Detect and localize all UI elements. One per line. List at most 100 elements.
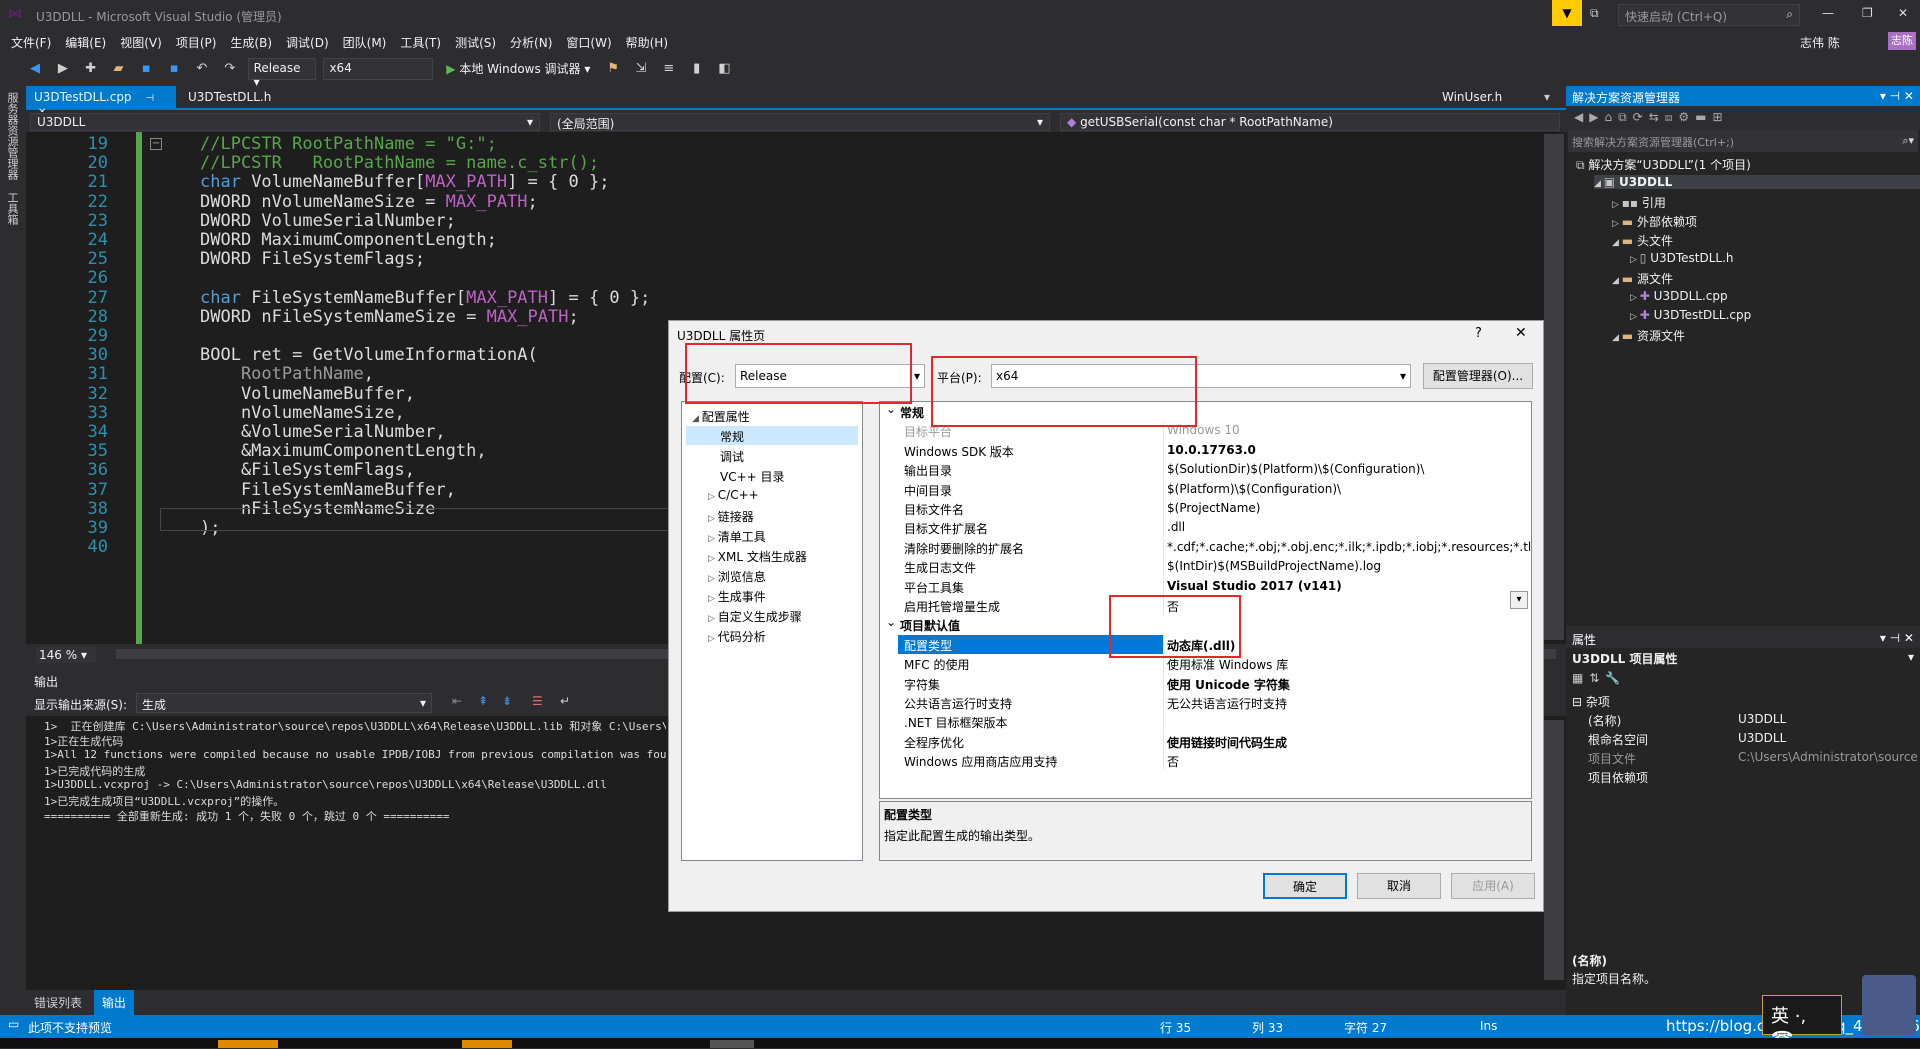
config-tree-item[interactable]: VC++ 目录 (686, 466, 858, 485)
open-file-icon[interactable]: ▰ (107, 58, 129, 80)
toolbox-tab[interactable]: 工具箱 (0, 186, 24, 231)
output-scrollbar[interactable] (1544, 720, 1564, 980)
solution-tree-item[interactable]: ▷ ▯ U3DTestDLL.h (1630, 251, 1734, 265)
config-tree-item[interactable]: ▷ 链接器 (686, 506, 858, 525)
config-type-dropdown-button[interactable]: ▾ (1510, 591, 1528, 609)
expand-arrow-icon[interactable]: ▷ (1630, 293, 1640, 303)
property-grid-row[interactable]: 目标文件名 $(ProjectName) (880, 499, 1531, 518)
solution-platform-select[interactable]: x64 (323, 58, 434, 80)
output-text[interactable]: 1> 正在创建库 C:\Users\Administrator\source\r… (26, 718, 666, 978)
code-line[interactable]: nVolumeNameSize, (200, 403, 405, 423)
quick-launch-input[interactable]: 快速启动 (Ctrl+Q) ⌕ (1618, 4, 1800, 26)
config-tree-item[interactable]: 常规 (686, 426, 858, 445)
configuration-manager-button[interactable]: 配置管理器(O)... (1423, 363, 1533, 389)
expand-arrow-icon[interactable]: ▷ (708, 614, 718, 624)
solution-configuration-select[interactable]: Release ▾ (247, 58, 316, 89)
config-tree-item[interactable]: ▷ 生成事件 (686, 586, 858, 605)
config-tree-item[interactable]: ▷ C/C++ (686, 486, 858, 505)
solution-tree-item[interactable]: ▷ ✚ U3DTestDLL.cpp (1630, 308, 1751, 322)
global-scope-select[interactable]: (全局范围) ▾ (550, 113, 1050, 131)
cancel-button[interactable]: 取消 (1357, 873, 1441, 899)
code-line[interactable]: char FileSystemNameBuffer[MAX_PATH] = { … (200, 288, 650, 308)
panel-controls[interactable]: ▾ ⊣ ✕ (1880, 89, 1914, 103)
tab-u3dtestdll-h[interactable]: U3DTestDLL.h (180, 86, 279, 108)
config-tree-item[interactable]: ▷ 自定义生成步骤 (686, 606, 858, 625)
apply-button[interactable]: 应用(A) (1451, 873, 1535, 899)
debug-target-icon[interactable]: ⚑ (602, 58, 624, 80)
solution-tree-item[interactable]: ⧉ 解决方案“U3DDLL”(1 个项目) (1576, 156, 1751, 173)
project-scope-select[interactable]: U3DDLL ▾ (30, 113, 540, 131)
config-tree-item[interactable]: ▷ 浏览信息 (686, 566, 858, 585)
code-line[interactable]: RootPathName, (200, 364, 374, 384)
property-grid-row[interactable]: Windows SDK 版本 10.0.17763.0 (880, 440, 1531, 460)
tab-output[interactable]: 输出 (93, 990, 134, 1015)
expand-arrow-icon[interactable]: ◢ (1612, 333, 1622, 343)
notification-filter-icon[interactable]: ▼ (1552, 0, 1582, 26)
tab-u3dtestdll-cpp[interactable]: U3DTestDLL.cpp ⊣ ✕ (26, 86, 176, 118)
code-line[interactable]: char VolumeNameBuffer[MAX_PATH] = { 0 }; (200, 172, 609, 192)
config-tree-item[interactable]: ▷ 清单工具 (686, 526, 858, 545)
new-project-icon[interactable]: ✚ (80, 58, 102, 80)
code-line[interactable]: //LPCSTR RootPathName = name.c_str(); (200, 153, 599, 173)
comment-icon[interactable]: ≡ (658, 58, 680, 80)
function-select[interactable]: ◆ getUSBSerial(const char * RootPathName… (1060, 113, 1560, 131)
code-line[interactable]: &VolumeSerialNumber, (200, 422, 446, 442)
property-row[interactable]: 根命名空间 U3DDLL (1566, 729, 1920, 748)
expand-arrow-icon[interactable]: ▷ (1630, 312, 1640, 322)
solution-tree-item[interactable]: ▷ ✚ U3DDLL.cpp (1630, 289, 1728, 303)
panel-controls[interactable]: ▾ ⊣ ✕ (1880, 631, 1914, 645)
undo-icon[interactable]: ↶ (191, 58, 213, 80)
editor-vertical-scrollbar[interactable] (1544, 134, 1564, 640)
collapse-icon[interactable]: − (150, 138, 162, 150)
bookmark-prev-icon[interactable]: ◧ (714, 58, 736, 80)
close-dialog-button[interactable]: ✕ (1515, 325, 1527, 341)
expand-arrow-icon[interactable]: ▷ (708, 634, 718, 644)
help-button[interactable]: ? (1475, 326, 1482, 341)
code-line[interactable]: VolumeNameBuffer, (200, 384, 415, 404)
output-source-select[interactable]: 生成 ▾ (136, 693, 432, 713)
config-tree-item[interactable]: ▷ 代码分析 (686, 626, 858, 645)
code-line[interactable]: DWORD MaximumComponentLength; (200, 230, 497, 250)
goto-previous-icon[interactable]: ⇞ (478, 694, 488, 708)
expand-arrow-icon[interactable]: ▷ (708, 554, 718, 564)
back-icon[interactable]: ◀ (24, 58, 46, 80)
minimize-button[interactable]: — (1822, 6, 1834, 20)
expand-arrow-icon[interactable]: ▷ (1630, 255, 1640, 265)
solution-toolbar[interactable]: ◀▶⌂⧉⟳⇆⧈⚙▬⊞ (1566, 106, 1920, 130)
property-row[interactable]: (名称) U3DDLL (1566, 710, 1920, 729)
expand-arrow-icon[interactable]: ◢ (1594, 179, 1604, 189)
pin-icon[interactable]: ⊣ (145, 93, 154, 104)
property-grid-row[interactable]: 全程序优化 使用链接时间代码生成 (880, 731, 1531, 751)
property-grid-row[interactable]: 生成日志文件 $(IntDir)$(MSBuildProjectName).log (880, 557, 1531, 577)
code-line[interactable]: BOOL ret = GetVolumeInformationA( (200, 345, 538, 365)
properties-category[interactable]: ⊟ 杂项 (1566, 692, 1920, 710)
collapse-arrow-icon[interactable]: ⌄ (886, 615, 896, 629)
feedback-icon[interactable]: ⧉ (1590, 6, 1599, 21)
code-line[interactable]: DWORD FileSystemFlags; (200, 249, 425, 269)
expand-arrow-icon[interactable]: ▷ (708, 492, 718, 502)
clear-all-icon[interactable]: ☰ (532, 694, 543, 708)
property-grid-row[interactable]: 公共语言运行时支持 无公共语言运行时支持 (880, 693, 1531, 712)
config-tree-item[interactable]: ◢ 配置属性 (686, 406, 858, 425)
step-icon[interactable]: ⇲ (630, 58, 652, 80)
start-debugging-button[interactable]: ▶ 本地 Windows 调试器 ▾ (441, 58, 595, 80)
forward-icon[interactable]: ▶ (52, 58, 74, 80)
ok-button[interactable]: 确定 (1263, 873, 1347, 899)
solution-tree-item[interactable]: ◢ ▬ 头文件 (1612, 232, 1673, 249)
save-icon[interactable]: ▪ (135, 58, 157, 80)
taskbar-app-icon[interactable] (218, 1040, 278, 1048)
code-line[interactable]: &MaximumComponentLength, (200, 441, 487, 461)
code-line[interactable]: DWORD nFileSystemNameSize = MAX_PATH; (200, 307, 579, 327)
code-line[interactable]: DWORD nVolumeNameSize = MAX_PATH; (200, 192, 538, 212)
code-line[interactable]: FileSystemNameBuffer, (200, 480, 456, 500)
user-avatar[interactable]: 志陈 (1888, 32, 1916, 50)
code-line[interactable]: //LPCSTR RootPathName = "G:"; (200, 134, 497, 154)
property-grid-row[interactable]: .NET 目标框架版本 (880, 712, 1531, 732)
code-line[interactable]: &FileSystemFlags, (200, 460, 415, 480)
property-grid-row[interactable]: Windows 应用商店应用支持 否 (880, 751, 1531, 771)
property-grid-row[interactable]: 清除时要删除的扩展名 *.cdf;*.cache;*.obj;*.obj.enc;… (880, 537, 1531, 557)
config-tree-item[interactable]: ▷ XML 文档生成器 (686, 546, 858, 565)
tab-error-list[interactable]: 错误列表 (26, 990, 90, 1015)
collapse-arrow-icon[interactable]: ⌄ (886, 402, 896, 416)
property-grid-row[interactable]: 目标文件扩展名 .dll (880, 518, 1531, 538)
